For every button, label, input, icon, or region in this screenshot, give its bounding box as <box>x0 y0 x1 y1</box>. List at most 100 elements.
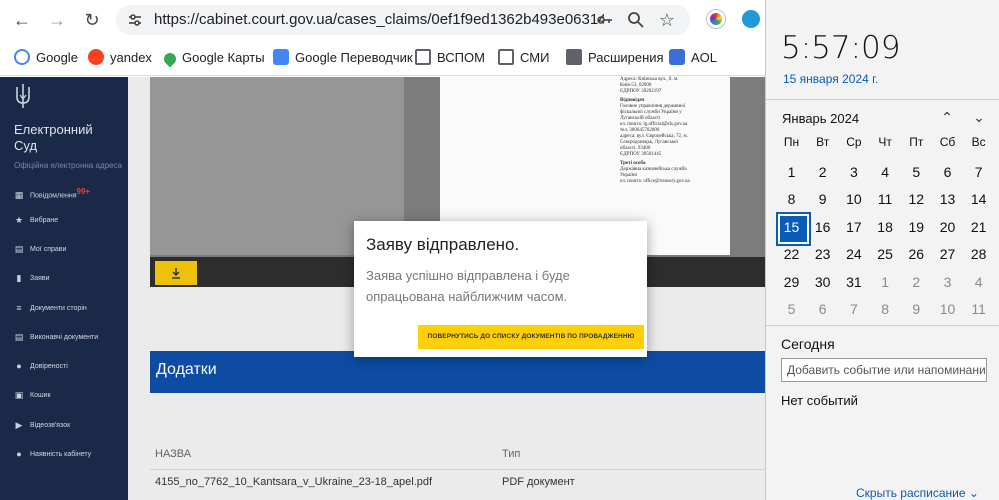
return-to-documents-button[interactable]: ПОВЕРНУТИСЬ ДО СПИСКУ ДОКУМЕНТІВ ПО ПРОВ… <box>418 325 644 349</box>
calendar-day[interactable]: 31 <box>838 269 869 296</box>
calendar-week-row: 5 6 7 8 9 10 11 <box>776 296 994 324</box>
calendar-day[interactable]: 1 <box>776 159 807 186</box>
weekday-label: Вс <box>971 135 986 149</box>
calendar-day[interactable]: 25 <box>870 241 901 268</box>
calendar-day[interactable]: 9 <box>901 296 932 323</box>
today-heading: Сегодня <box>781 336 835 352</box>
calendar-day-today[interactable]: 15 <box>776 211 811 246</box>
zoom-icon[interactable] <box>627 11 645 29</box>
chevron-down-icon: ⌄ <box>968 486 979 500</box>
dialog-message: Заява успішно відправлена і буде опрацьо… <box>366 268 570 304</box>
calendar-day[interactable]: 21 <box>963 214 994 241</box>
calendar-day[interactable]: 5 <box>776 296 807 323</box>
no-events-text: Нет событий <box>781 393 858 408</box>
calendar-day[interactable]: 10 <box>932 296 963 323</box>
divider <box>766 99 999 100</box>
calendar-day[interactable]: 24 <box>838 241 869 268</box>
calendar-day[interactable]: 19 <box>901 214 932 241</box>
calendar-day[interactable]: 14 <box>963 186 994 213</box>
bookmark-star-icon[interactable]: ☆ <box>658 11 676 29</box>
calendar-day[interactable]: 18 <box>870 214 901 241</box>
calendar-day[interactable]: 20 <box>932 214 963 241</box>
calendar-day[interactable]: 10 <box>838 186 869 213</box>
bookmark-yandex[interactable]: yandex <box>88 48 152 68</box>
bookmark-google-maps[interactable]: Google Карты <box>161 48 265 68</box>
site-settings-icon[interactable] <box>126 11 144 29</box>
puzzle-icon <box>566 49 582 65</box>
bookmark-google-translate[interactable]: Google Переводчик <box>273 48 413 68</box>
calendar-day[interactable]: 28 <box>963 241 994 268</box>
calendar-week-row: 1234567 <box>776 159 994 187</box>
bookmark-folder-vspom[interactable]: ВСПОМ <box>415 48 485 68</box>
chevron-up-icon[interactable]: ⌃ <box>935 106 959 128</box>
calendar-day[interactable]: 29 <box>776 269 807 296</box>
weekday-label: Сб <box>939 135 956 149</box>
calendar-grid: Пн Вт Ср Чт Пт Сб Вс 1 2 3 4 5 6 7 8 9 10 11 12 13 14 15 16 17 1… <box>776 131 994 324</box>
calendar-week-row: 15 16 17 18 19 20 21 <box>776 211 994 246</box>
calendar-day[interactable]: 3 <box>838 159 869 186</box>
clock-time: 5:57:09 <box>781 30 901 66</box>
calendar-day[interactable]: 23 <box>807 241 838 268</box>
weekday-label: Пт <box>909 135 924 149</box>
calendar-day[interactable]: 26 <box>901 241 932 268</box>
google-maps-icon <box>161 50 179 68</box>
calendar-day[interactable]: 6 <box>932 159 963 186</box>
calendar-day[interactable]: 8 <box>776 186 807 213</box>
hide-schedule-link[interactable]: Скрыть расписание ⌄ <box>856 486 979 500</box>
google-icon <box>14 49 30 65</box>
reload-icon[interactable]: ↻ <box>80 8 104 32</box>
calendar-day[interactable]: 12 <box>901 186 932 213</box>
bookmark-label: Google Переводчик <box>295 50 413 65</box>
bookmark-aol[interactable]: AOL <box>669 48 717 68</box>
shazam-extension-icon[interactable] <box>742 10 760 28</box>
calendar-day[interactable]: 11 <box>870 186 901 213</box>
google-translate-icon <box>273 49 289 65</box>
forward-icon[interactable]: → <box>45 8 69 32</box>
bookmark-label: Google Карты <box>182 50 265 65</box>
bookmark-folder-smi[interactable]: СМИ <box>498 48 549 68</box>
bookmark-label: Google <box>36 50 78 65</box>
calendar-day[interactable]: 4 <box>963 269 994 296</box>
calendar-day[interactable]: 3 <box>932 269 963 296</box>
calendar-day[interactable]: 27 <box>932 241 963 268</box>
calendar-day[interactable]: 17 <box>838 214 869 241</box>
calendar-flyout: 5:57:09 15 января 2024 г. Январь 2024 ⌃ … <box>765 0 999 500</box>
yandex-icon <box>88 49 104 65</box>
dialog-title: Заяву відправлено. <box>366 235 520 254</box>
calendar-day[interactable]: 6 <box>807 296 838 323</box>
calendar-day[interactable]: 22 <box>776 241 807 268</box>
chevron-down-icon[interactable]: ⌄ <box>967 106 991 128</box>
bookmark-label: Расширения <box>588 50 664 65</box>
bookmark-google[interactable]: Google <box>14 48 78 68</box>
calendar-day[interactable]: 7 <box>838 296 869 323</box>
bookmark-extensions[interactable]: Расширения <box>566 48 664 68</box>
long-date[interactable]: 15 января 2024 г. <box>783 72 878 86</box>
calendar-day[interactable]: 2 <box>807 159 838 186</box>
folder-icon <box>498 49 514 65</box>
calendar-day[interactable]: 16 <box>807 214 838 241</box>
color-extension-icon[interactable] <box>707 10 725 28</box>
url-text[interactable]: https://cabinet.court.gov.ua/cases_claim… <box>154 5 604 35</box>
bookmark-label: yandex <box>110 50 152 65</box>
calendar-day[interactable]: 5 <box>901 159 932 186</box>
calendar-day[interactable]: 2 <box>901 269 932 296</box>
month-label[interactable]: Январь 2024 <box>782 111 859 126</box>
back-icon[interactable]: ← <box>10 8 34 32</box>
calendar-week-row: 22 23 24 25 26 27 28 <box>776 241 994 269</box>
weekday-label: Ср <box>846 135 862 149</box>
bookmark-label: СМИ <box>520 50 550 65</box>
calendar-day[interactable]: 1 <box>870 269 901 296</box>
add-event-input[interactable]: Добавить событие или напоминание <box>781 358 987 382</box>
weekday-label: Вт <box>816 135 830 149</box>
calendar-day[interactable]: 30 <box>807 269 838 296</box>
calendar-day[interactable]: 8 <box>870 296 901 323</box>
address-bar[interactable]: https://cabinet.court.gov.ua/cases_claim… <box>116 5 690 35</box>
success-dialog: Заяву відправлено. Заява успішно відправ… <box>354 221 647 357</box>
calendar-day[interactable]: 9 <box>807 186 838 213</box>
bookmark-label: ВСПОМ <box>437 50 485 65</box>
calendar-day[interactable]: 4 <box>870 159 901 186</box>
calendar-day[interactable]: 13 <box>932 186 963 213</box>
calendar-day[interactable]: 11 <box>963 296 994 323</box>
calendar-day[interactable]: 7 <box>963 159 994 186</box>
key-icon[interactable] <box>596 11 614 29</box>
